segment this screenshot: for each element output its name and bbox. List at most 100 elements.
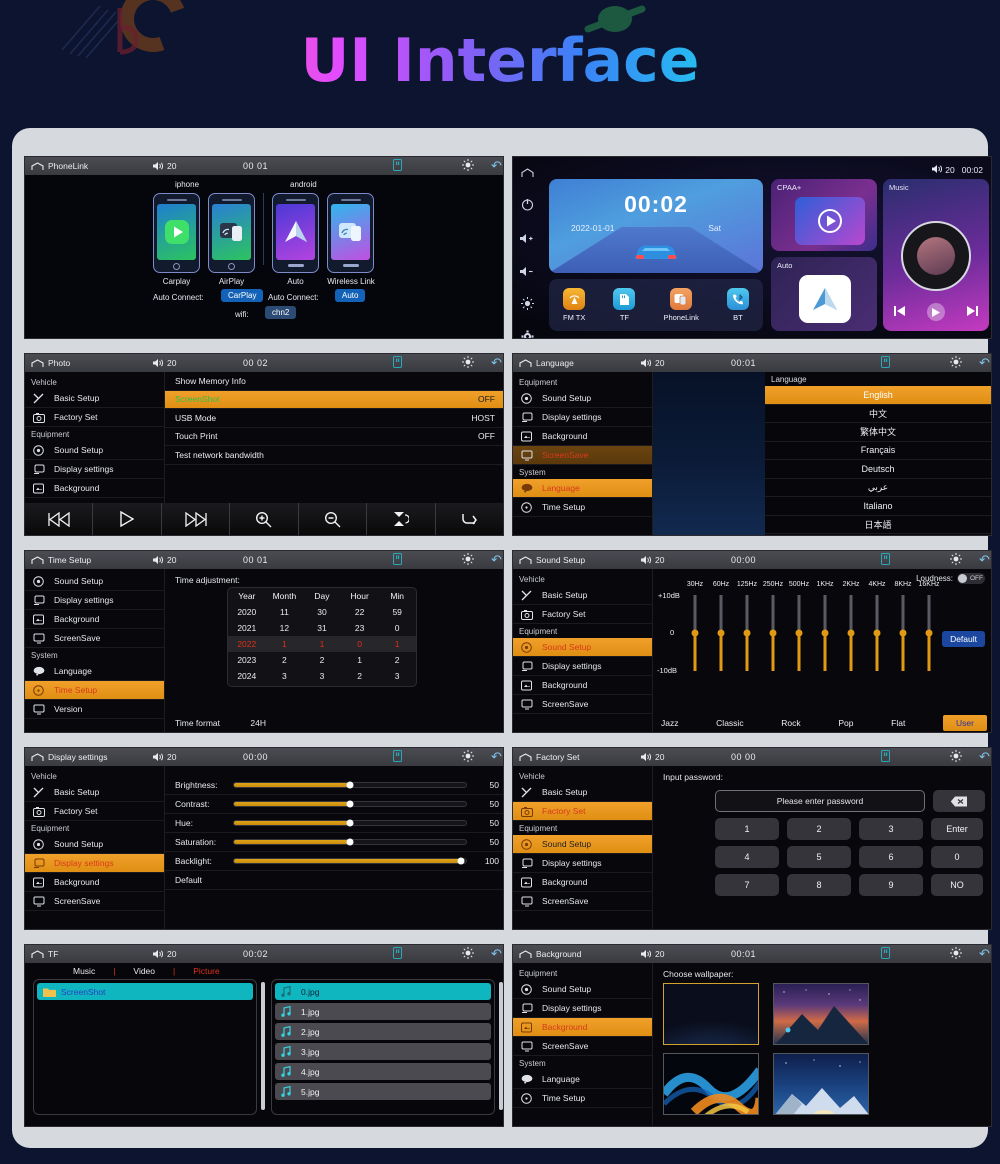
menu-item-screensave[interactable]: ScreenSave	[513, 892, 652, 911]
home-icon[interactable]	[31, 752, 44, 762]
menu-item-background[interactable]: Background	[25, 479, 164, 498]
time-picker[interactable]: Year Month Day Hour Min 2020 11 30 22 59…	[227, 587, 417, 687]
play-icon[interactable]	[93, 503, 162, 535]
wallpaper-dark-gradient[interactable]	[663, 983, 759, 1045]
menu-item-factory-set[interactable]: Factory Set	[25, 408, 164, 427]
music-play-button[interactable]	[927, 303, 945, 321]
menu-item-display-settings[interactable]: Display settings	[513, 854, 652, 873]
volume-indicator[interactable]: 20	[641, 555, 664, 565]
language-option-english[interactable]: English	[765, 386, 991, 405]
menu-item-basic-setup[interactable]: Basic Setup	[25, 783, 164, 802]
menu-item-language[interactable]: Language	[513, 479, 652, 498]
sd-card-icon[interactable]	[393, 356, 402, 370]
wallpaper-fire-ice-smoke[interactable]	[663, 1053, 759, 1115]
menu-item-basic-setup[interactable]: Basic Setup	[25, 389, 164, 408]
sd-card-icon[interactable]	[881, 553, 890, 567]
settings-gear-icon[interactable]	[521, 330, 534, 338]
eq-band-1khz[interactable]: 1KHz	[816, 581, 834, 671]
slider-row-contrast[interactable]: Contrast: 50	[165, 795, 503, 814]
file-item-1[interactable]: 1.jpg	[275, 1003, 491, 1020]
time-picker-row[interactable]: 2024 3 3 2 3	[228, 668, 416, 684]
back-icon[interactable]: ↶	[491, 946, 502, 962]
menu-item-background[interactable]: Background	[513, 676, 652, 695]
language-option-japanese[interactable]: 日本語	[765, 516, 991, 534]
language-option-arabic[interactable]: عربي	[765, 479, 991, 497]
menu-item-screensave[interactable]: ScreenSave	[513, 446, 652, 465]
menu-item-display-settings[interactable]: Display settings	[25, 460, 164, 479]
music-next-button[interactable]	[967, 303, 978, 321]
language-option-chinese-traditional[interactable]: 繁体中文	[765, 423, 991, 442]
setting-row-touch-print[interactable]: Touch Print OFF	[165, 428, 503, 446]
setting-row-show-memory-info[interactable]: Show Memory Info	[165, 372, 503, 391]
slider-track[interactable]	[233, 819, 467, 827]
brightness-icon[interactable]	[462, 356, 474, 370]
eq-preset-rock[interactable]: Rock	[781, 718, 800, 728]
wifi-value[interactable]: chn2	[265, 306, 297, 319]
menu-item-background[interactable]: Background	[513, 1018, 652, 1037]
next-icon[interactable]	[162, 503, 231, 535]
tab-video[interactable]: Video	[115, 966, 173, 976]
eq-band-4khz[interactable]: 4KHz	[868, 581, 886, 671]
power-icon[interactable]	[521, 198, 534, 216]
back-icon[interactable]: ↶	[491, 749, 502, 765]
brightness-icon[interactable]	[520, 297, 534, 315]
eq-band-16khz[interactable]: 16KHz	[918, 581, 940, 671]
brightness-icon[interactable]	[462, 750, 474, 764]
eq-band-500hz[interactable]: 500Hz	[789, 581, 809, 671]
volume-indicator[interactable]: 20	[931, 164, 955, 175]
eq-preset-pop[interactable]: Pop	[838, 718, 853, 728]
home-icon[interactable]	[31, 358, 44, 368]
keypad-key-enter[interactable]: Enter	[931, 818, 983, 840]
volume-indicator[interactable]: 20	[641, 358, 664, 368]
eq-preset-user[interactable]: User	[943, 715, 987, 731]
brightness-icon[interactable]	[950, 356, 962, 370]
sd-card-icon[interactable]	[393, 159, 402, 173]
device-wireless-link[interactable]	[327, 193, 374, 273]
keypad-key-0[interactable]: 0	[931, 846, 983, 868]
keypad-key-4[interactable]: 4	[715, 846, 779, 868]
setting-row-usb-mode[interactable]: USB Mode HOST	[165, 409, 503, 428]
home-icon[interactable]	[519, 949, 532, 959]
eq-band-30hz[interactable]: 30Hz	[687, 581, 703, 671]
menu-item-sound-setup[interactable]: Sound Setup	[25, 441, 164, 460]
menu-item-display-settings[interactable]: Display settings	[513, 999, 652, 1018]
keypad-key-5[interactable]: 5	[787, 846, 851, 868]
menu-item-time-setup[interactable]: Time Setup	[513, 1089, 652, 1108]
back-icon[interactable]: ↶	[979, 355, 990, 371]
menu-item-sound-setup[interactable]: Sound Setup	[513, 389, 652, 408]
wallpaper-starry-mountain[interactable]	[773, 983, 869, 1045]
brightness-icon[interactable]	[950, 553, 962, 567]
slider-row-saturation[interactable]: Saturation: 50	[165, 833, 503, 852]
eq-preset-classic[interactable]: Classic	[716, 718, 743, 728]
time-picker-row[interactable]: 2023 2 2 1 2	[228, 652, 416, 668]
volume-up-icon[interactable]	[520, 231, 534, 249]
back-icon[interactable]: ↶	[491, 552, 502, 568]
menu-item-display-settings[interactable]: Display settings	[513, 657, 652, 676]
tab-picture[interactable]: Picture	[175, 966, 237, 976]
app-fm-tx[interactable]: FM TX	[563, 288, 585, 322]
volume-down-icon[interactable]	[520, 264, 534, 282]
brightness-icon[interactable]	[462, 553, 474, 567]
keypad-key-9[interactable]: 9	[859, 874, 923, 896]
menu-item-factory-set[interactable]: Factory Set	[25, 802, 164, 821]
eq-preset-flat[interactable]: Flat	[891, 718, 905, 728]
wallpaper-snow-peaks[interactable]	[773, 1053, 869, 1115]
music-prev-button[interactable]	[894, 303, 905, 321]
brightness-icon[interactable]	[950, 750, 962, 764]
device-carplay[interactable]	[153, 193, 200, 273]
volume-indicator[interactable]: 20	[641, 752, 664, 762]
tab-music[interactable]: Music	[55, 966, 113, 976]
back-icon[interactable]: ↶	[979, 552, 990, 568]
menu-item-time-setup[interactable]: Time Setup	[25, 681, 164, 700]
menu-item-display-settings[interactable]: Display settings	[25, 854, 164, 873]
volume-indicator[interactable]: 20	[153, 161, 176, 171]
slider-track[interactable]	[233, 838, 467, 846]
brightness-icon[interactable]	[950, 947, 962, 961]
auto-connect-value-android[interactable]: Auto	[335, 289, 366, 302]
sd-card-icon[interactable]	[393, 947, 402, 961]
menu-item-background[interactable]: Background	[25, 873, 164, 892]
device-airplay[interactable]	[208, 193, 255, 273]
menu-item-background[interactable]: Background	[513, 873, 652, 892]
menu-item-display-settings[interactable]: Display settings	[513, 408, 652, 427]
setting-row-test-network-bandwidth[interactable]: Test network bandwidth	[165, 446, 503, 465]
